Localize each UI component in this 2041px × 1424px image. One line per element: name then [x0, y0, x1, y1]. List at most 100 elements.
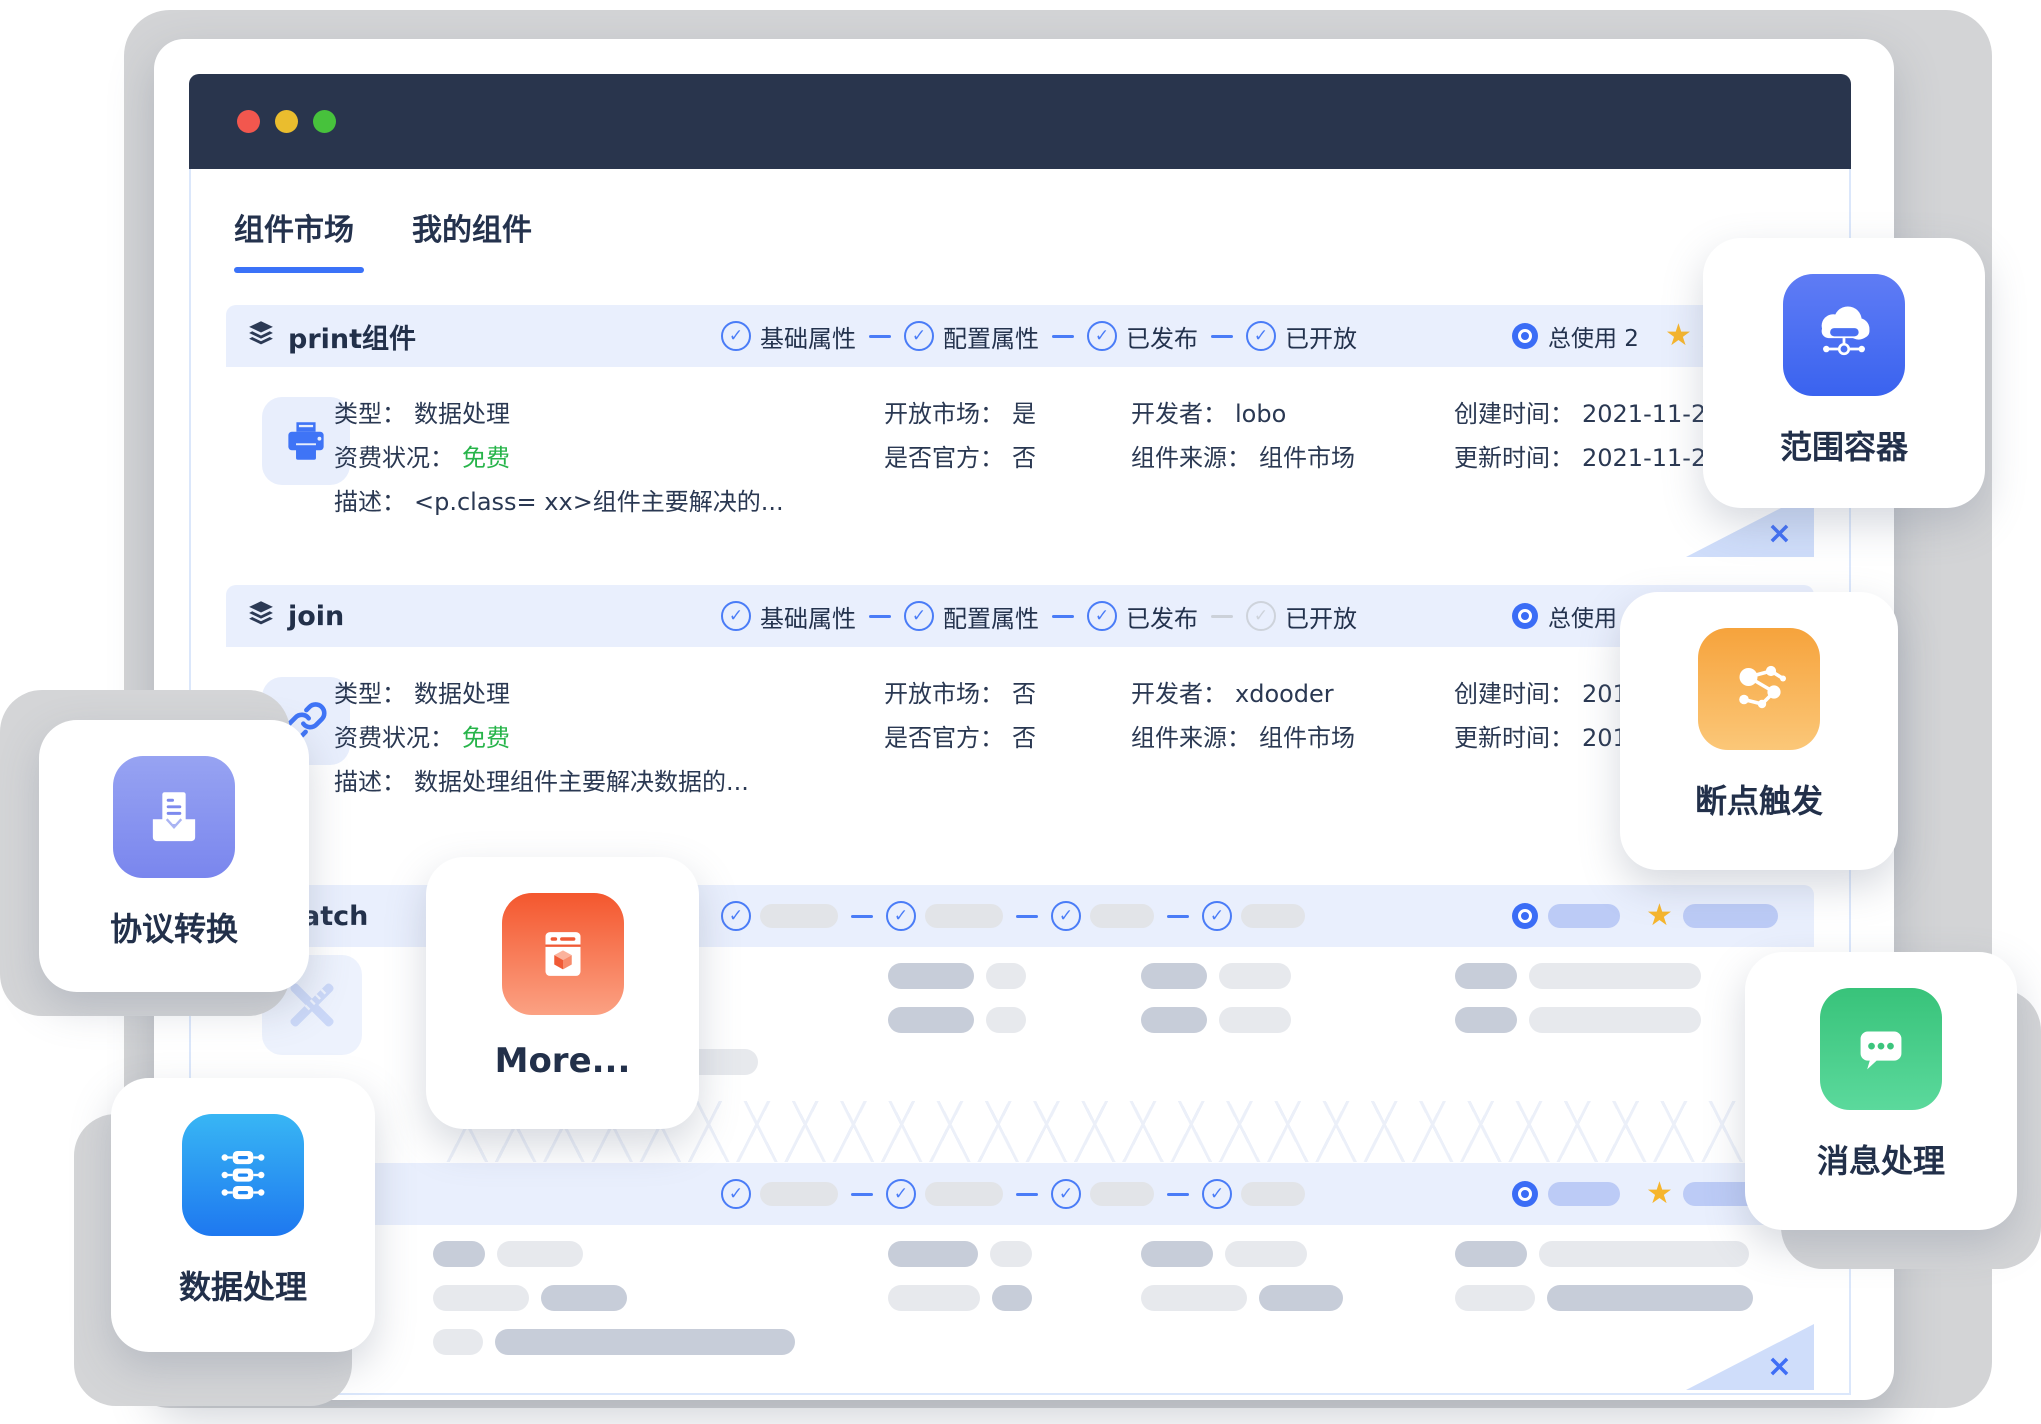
- skeleton-pill: [1141, 963, 1207, 989]
- tab-my-components[interactable]: 我的组件: [412, 205, 532, 273]
- floating-card-label: 数据处理: [179, 1262, 307, 1308]
- step-connector: [1211, 335, 1233, 338]
- step-label: 配置属性: [943, 319, 1039, 354]
- card-header: join 基础属性 配置属性 已发布 已开放 总使用 6: [226, 585, 1814, 647]
- skeleton-pill: [1259, 1285, 1343, 1311]
- content-area: 组件市场 我的组件 print组件: [189, 169, 1851, 1395]
- floating-card-protocol-conversion[interactable]: 协议转换: [39, 720, 309, 992]
- step-connector: [869, 615, 891, 618]
- star-icon: [1646, 1179, 1673, 1209]
- skeleton-pill: [1455, 1007, 1517, 1033]
- skeleton-pill: [1141, 1285, 1247, 1311]
- component-name: print组件: [288, 317, 416, 356]
- field-type: 类型：数据处理: [334, 401, 510, 429]
- chat-bubble-icon: [1820, 988, 1942, 1110]
- skeleton-pill: [1455, 963, 1517, 989]
- skeleton-pill: [1141, 1007, 1207, 1033]
- step-connector: [1016, 1193, 1038, 1196]
- step-connector: [1052, 615, 1074, 618]
- floating-card-range-container[interactable]: 范围容器: [1703, 238, 1985, 508]
- skeleton-pill: [986, 963, 1026, 989]
- close-card-icon[interactable]: ×: [1767, 1352, 1792, 1382]
- floating-card-label: 协议转换: [110, 904, 238, 950]
- skeleton-pill: [1225, 1241, 1307, 1267]
- step-connector: [1052, 335, 1074, 338]
- skeleton-pill: [888, 1285, 980, 1311]
- floating-card-label: 消息处理: [1817, 1136, 1945, 1182]
- check-icon: [721, 1179, 751, 1209]
- skeleton-pill: [1141, 1241, 1213, 1267]
- floating-card-data-processing[interactable]: 数据处理: [111, 1078, 375, 1352]
- step-label: 基础属性: [760, 599, 856, 634]
- skeleton-pill: [986, 1007, 1026, 1033]
- molecule-icon: [1698, 628, 1820, 750]
- status-steps: 基础属性 配置属性 已发布 已开放: [721, 305, 1357, 367]
- layers-icon: [246, 599, 276, 633]
- status-steps: [721, 885, 1305, 947]
- step-label: 配置属性: [943, 599, 1039, 634]
- check-icon: [1051, 1179, 1081, 1209]
- component-name: atch: [302, 901, 368, 932]
- cloud-network-icon: [1783, 274, 1905, 396]
- check-icon: [1087, 601, 1117, 631]
- status-steps: [721, 1163, 1305, 1225]
- status-steps: 基础属性 配置属性 已发布 已开放: [721, 585, 1357, 647]
- field-official: 是否官方：否: [884, 725, 1036, 753]
- skeleton-pill: [1455, 1241, 1527, 1267]
- usage-stats: [1512, 1163, 1778, 1225]
- step-connector: [869, 335, 891, 338]
- tab-component-market[interactable]: 组件市场: [234, 205, 354, 273]
- usage-placeholder: [1548, 1182, 1620, 1206]
- skeleton-pill: [497, 1241, 583, 1267]
- floating-card-more[interactable]: More...: [426, 857, 699, 1129]
- field-description: 描述：数据处理组件主要解决数据的...: [334, 769, 749, 797]
- close-card-icon[interactable]: ×: [1767, 519, 1792, 549]
- check-icon: [904, 601, 934, 631]
- skeleton-pill: [1539, 1241, 1749, 1267]
- floating-card-label: 断点触发: [1695, 776, 1823, 822]
- rating-placeholder: [1683, 904, 1778, 928]
- step-label: 已发布: [1126, 599, 1198, 634]
- field-open-market: 开放市场：是: [884, 401, 1036, 429]
- skeleton-pill: [433, 1285, 529, 1311]
- floating-card-message-processing[interactable]: 消息处理: [1745, 952, 2017, 1230]
- component-name: join: [288, 601, 344, 632]
- check-icon-inactive: [1246, 601, 1276, 631]
- step-placeholder: [1241, 1182, 1305, 1206]
- step-connector: [1016, 915, 1038, 918]
- skeleton-pill: [1547, 1285, 1753, 1311]
- check-icon: [1202, 901, 1232, 931]
- step-placeholder: [1090, 904, 1154, 928]
- views-icon: [1512, 903, 1538, 929]
- minimize-window-button[interactable]: [275, 110, 298, 133]
- floating-card-breakpoint-trigger[interactable]: 断点触发: [1620, 592, 1898, 870]
- card-header: print组件 基础属性 配置属性 已发布 已开放 总使用 2: [226, 305, 1814, 367]
- field-type: 类型：数据处理: [334, 681, 510, 709]
- floating-card-label: More...: [495, 1041, 631, 1081]
- views-icon: [1512, 323, 1538, 349]
- step-placeholder: [925, 904, 1003, 928]
- maximize-window-button[interactable]: [313, 110, 336, 133]
- component-card-print[interactable]: print组件 基础属性 配置属性 已发布 已开放 总使用 2: [226, 305, 1814, 557]
- card-body: 类型：数据处理 资费状况：免费 描述：数据处理组件主要解决数据的... 开放市场…: [226, 647, 1814, 837]
- component-card-join[interactable]: join 基础属性 配置属性 已发布 已开放 总使用 6: [226, 585, 1814, 837]
- component-card-skeleton-2[interactable]: ×: [226, 1163, 1814, 1390]
- layers-icon: [246, 319, 276, 353]
- check-icon: [886, 901, 916, 931]
- views-icon: [1512, 1181, 1538, 1207]
- floating-card-label: 范围容器: [1780, 422, 1908, 468]
- star-icon: [1646, 901, 1673, 931]
- step-connector: [1167, 1193, 1189, 1196]
- check-icon: [886, 1179, 916, 1209]
- check-icon: [721, 321, 751, 351]
- field-developer: 开发者：lobo: [1131, 401, 1286, 429]
- browser-cube-icon: [502, 893, 624, 1015]
- stacked-boxes-icon: [182, 1114, 304, 1236]
- field-fee: 资费状况：免费: [334, 445, 510, 473]
- check-icon: [1087, 321, 1117, 351]
- step-placeholder: [925, 1182, 1003, 1206]
- check-icon: [1202, 1179, 1232, 1209]
- card-header: [226, 1163, 1814, 1225]
- skeleton-pill: [888, 1007, 974, 1033]
- close-window-button[interactable]: [237, 110, 260, 133]
